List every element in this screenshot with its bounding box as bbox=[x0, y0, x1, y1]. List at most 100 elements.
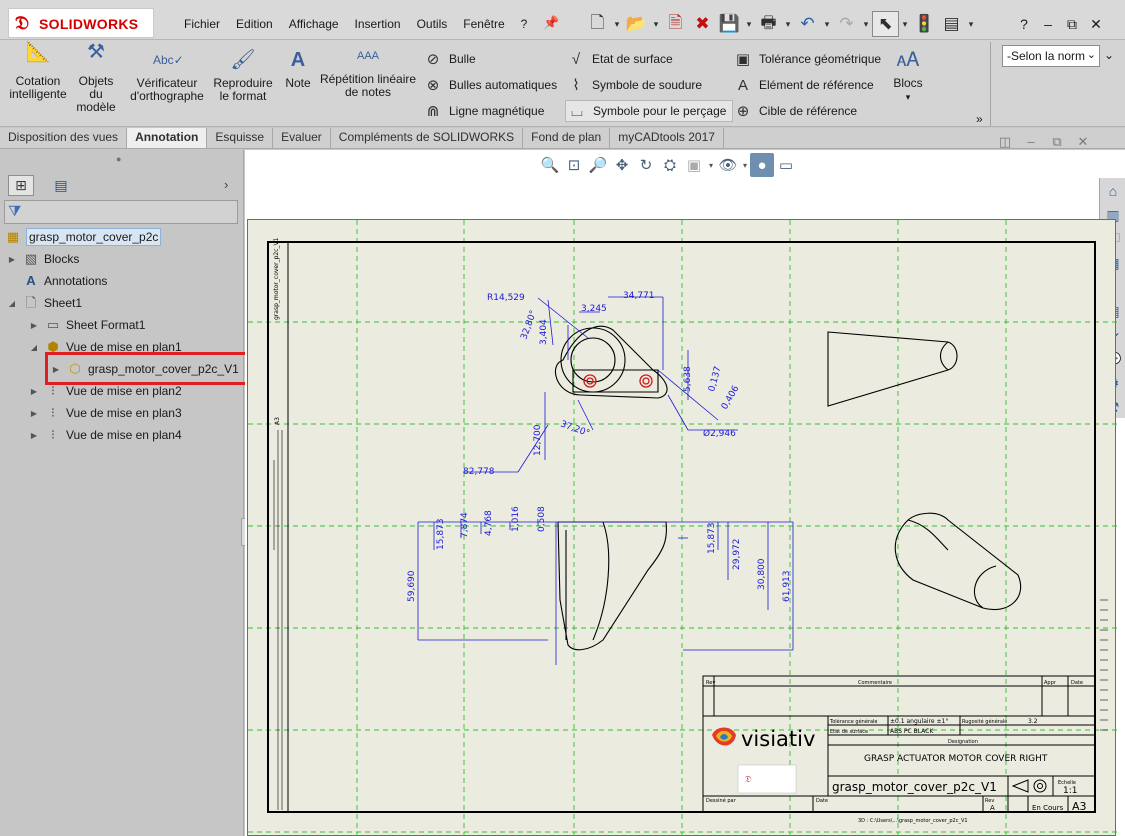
balloon-button[interactable]: ⊘ Bulle bbox=[422, 48, 476, 70]
close-document-icon[interactable]: ✖ bbox=[689, 11, 716, 37]
options-dropdown-icon[interactable]: ▾ bbox=[965, 11, 977, 37]
solidworks-logo[interactable]: 𝔇 SOLIDWORKS bbox=[8, 8, 154, 38]
document-minimize-icon[interactable]: – bbox=[1018, 134, 1044, 150]
appearance-icon[interactable]: ● bbox=[750, 153, 774, 177]
note-button[interactable]: A Note bbox=[280, 50, 316, 90]
datum-feature-button[interactable]: A Elément de référence bbox=[732, 74, 874, 96]
new-dropdown-icon[interactable]: ▾ bbox=[611, 11, 623, 37]
zoom-in-out-icon[interactable]: 🔎 bbox=[586, 153, 610, 177]
collapse-icon[interactable]: ◢ bbox=[6, 299, 18, 308]
collapse-ribbon-icon[interactable]: ⌄ bbox=[1104, 48, 1114, 62]
zoom-to-fit-icon[interactable]: 🔍 bbox=[538, 153, 562, 177]
geometric-tolerance-button[interactable]: ▣ Tolérance géométrique bbox=[732, 48, 881, 70]
layer-style-select[interactable]: -Selon la norm ⌄ bbox=[1002, 45, 1100, 67]
redo-dropdown-icon[interactable]: ▾ bbox=[860, 11, 872, 37]
pin-menu-icon[interactable]: 📌 bbox=[543, 15, 559, 31]
tree-item-view1[interactable]: ◢ ⬢ Vue de mise en plan1 bbox=[28, 337, 182, 357]
model-items-button[interactable]: ⚒ Objets du modèle bbox=[72, 42, 120, 114]
close-window-icon[interactable]: ✕ bbox=[1084, 12, 1108, 36]
isometric-view[interactable] bbox=[894, 512, 1022, 611]
rotate-icon[interactable]: ↻ bbox=[634, 153, 658, 177]
open-dropdown-icon[interactable]: ▾ bbox=[650, 11, 662, 37]
save-icon[interactable]: 💾 bbox=[716, 11, 743, 37]
collapse-icon[interactable]: ◢ bbox=[28, 343, 40, 352]
tab-annotation[interactable]: Annotation bbox=[127, 128, 208, 148]
select-dropdown-icon[interactable]: ▾ bbox=[899, 11, 911, 37]
magnetic-line-button[interactable]: ⋒ Ligne magnétique bbox=[422, 100, 545, 122]
document-restore-icon[interactable]: ◫ bbox=[992, 134, 1018, 150]
smart-dimension-button[interactable]: 📐 Cotation intelligente bbox=[6, 42, 70, 101]
expand-icon[interactable]: ▶ bbox=[6, 255, 18, 264]
feature-tree-tab-icon[interactable]: ⊞ bbox=[8, 175, 34, 196]
save-dropdown-icon[interactable]: ▾ bbox=[743, 11, 755, 37]
redo-icon[interactable]: ↷ bbox=[833, 11, 860, 37]
tab-complements[interactable]: Compléments de SOLIDWORKS bbox=[331, 128, 524, 148]
tree-filter[interactable]: ⧩ bbox=[4, 200, 238, 224]
expand-icon[interactable]: ▶ bbox=[28, 409, 40, 418]
dropdown-icon[interactable]: ▾ bbox=[740, 153, 750, 177]
help-icon[interactable]: ? bbox=[1012, 12, 1036, 36]
property-manager-tab-icon[interactable]: ▤ bbox=[48, 175, 74, 196]
zoom-to-area-icon[interactable]: ⊡ bbox=[562, 153, 586, 177]
more-commands-icon[interactable]: » bbox=[976, 112, 983, 126]
title-block[interactable]: Rev Commentaire Appr Date Tolérance géné… bbox=[702, 675, 1096, 824]
menu-help[interactable]: ? bbox=[513, 15, 536, 35]
print-icon[interactable]: 🖶 bbox=[755, 11, 782, 37]
display-style-icon[interactable]: ▭ bbox=[774, 153, 798, 177]
menu-affichage[interactable]: Affichage bbox=[281, 15, 347, 35]
tree-root[interactable]: ▦ grasp_motor_cover_p2c bbox=[4, 227, 162, 247]
right-side-view[interactable] bbox=[827, 331, 958, 407]
weld-symbol-button[interactable]: ⌇ Symbole de soudure bbox=[565, 74, 702, 96]
auto-balloon-button[interactable]: ⊗ Bulles automatiques bbox=[422, 74, 557, 96]
home-icon[interactable]: ⌂ bbox=[1102, 180, 1124, 202]
surface-finish-button[interactable]: √ Etat de surface bbox=[565, 48, 673, 70]
select-pointer-icon[interactable]: ⬉ bbox=[872, 11, 899, 37]
undo-dropdown-icon[interactable]: ▾ bbox=[821, 11, 833, 37]
undo-icon[interactable]: ↶ bbox=[794, 11, 821, 37]
tab-esquisse[interactable]: Esquisse bbox=[207, 128, 274, 148]
print-preview-icon[interactable]: 🗎 bbox=[662, 11, 689, 37]
tree-item-blocks[interactable]: ▶ ▧ Blocks bbox=[6, 249, 79, 269]
spell-checker-button[interactable]: Abc✓ Vérificateur d'orthographe bbox=[126, 54, 208, 103]
expand-icon[interactable]: ▶ bbox=[50, 365, 62, 374]
pan-icon[interactable]: ✥ bbox=[610, 153, 634, 177]
tab-mycadtools[interactable]: myCADtools 2017 bbox=[610, 128, 724, 148]
open-document-icon[interactable]: 📂 bbox=[623, 11, 650, 37]
datum-target-button[interactable]: ⊕ Cible de référence bbox=[732, 100, 857, 122]
tree-item-view3[interactable]: ▶ ⁝ Vue de mise en plan3 bbox=[28, 403, 182, 423]
rebuild-traffic-light-icon[interactable]: 🚦 bbox=[911, 11, 938, 37]
tree-item-view2[interactable]: ▶ ⁝ Vue de mise en plan2 bbox=[28, 381, 182, 401]
tree-item-sheet1[interactable]: ◢ 🗋 Sheet1 bbox=[6, 293, 82, 313]
restore-icon[interactable]: ⧉ bbox=[1060, 12, 1084, 36]
file-properties-icon[interactable]: ▤ bbox=[938, 11, 965, 37]
tree-item-annotations[interactable]: A Annotations bbox=[6, 271, 107, 291]
linear-note-pattern-button[interactable]: AAA Répétition linéaire de notes bbox=[318, 50, 418, 99]
minimize-icon[interactable]: – bbox=[1036, 12, 1060, 36]
menu-outils[interactable]: Outils bbox=[409, 15, 456, 35]
tab-evaluer[interactable]: Evaluer bbox=[273, 128, 331, 148]
tree-item-sheet-format[interactable]: ▶ ▭ Sheet Format1 bbox=[28, 315, 145, 335]
view-settings-icon[interactable]: ⛭ bbox=[658, 153, 682, 177]
top-view[interactable]: R14,529 34,771 3,245 32,80° 3,404 5,638 … bbox=[463, 291, 742, 477]
menu-fenetre[interactable]: Fenêtre bbox=[455, 15, 512, 35]
menu-edition[interactable]: Edition bbox=[228, 15, 281, 35]
hide-show-icon[interactable]: 👁 bbox=[716, 153, 740, 177]
drawing-sheet[interactable]: grasp_motor_cover_p2c_V1 A3 R14,529 34,7… bbox=[247, 219, 1117, 836]
new-document-icon[interactable]: 🗋 bbox=[584, 11, 611, 37]
dropdown-icon[interactable]: ▾ bbox=[706, 153, 716, 177]
format-painter-button[interactable]: 🖌 Reproduire le format bbox=[212, 50, 274, 103]
chevron-right-icon[interactable]: › bbox=[224, 177, 228, 192]
tab-fond-de-plan[interactable]: Fond de plan bbox=[523, 128, 611, 148]
front-view[interactable]: 15,873 7,874 4,768 1,016 0,508 15,873 29… bbox=[407, 506, 794, 665]
menu-insertion[interactable]: Insertion bbox=[347, 15, 409, 35]
tree-item-component[interactable]: ▶ ⬡ grasp_motor_cover_p2c_V1 bbox=[50, 359, 239, 379]
view-orientation-icon[interactable]: ▣ bbox=[682, 153, 706, 177]
panel-grip-icon[interactable]: ● bbox=[116, 154, 121, 164]
hole-callout-button[interactable]: ⌴ Symbole pour le perçage bbox=[565, 100, 734, 122]
tab-disposition-des-vues[interactable]: Disposition des vues bbox=[0, 128, 128, 148]
document-close-icon[interactable]: ✕ bbox=[1070, 134, 1096, 150]
document-maximize-icon[interactable]: ⧉ bbox=[1044, 134, 1070, 150]
tree-item-view4[interactable]: ▶ ⁝ Vue de mise en plan4 bbox=[28, 425, 182, 445]
print-dropdown-icon[interactable]: ▾ bbox=[782, 11, 794, 37]
expand-icon[interactable]: ▶ bbox=[28, 387, 40, 396]
